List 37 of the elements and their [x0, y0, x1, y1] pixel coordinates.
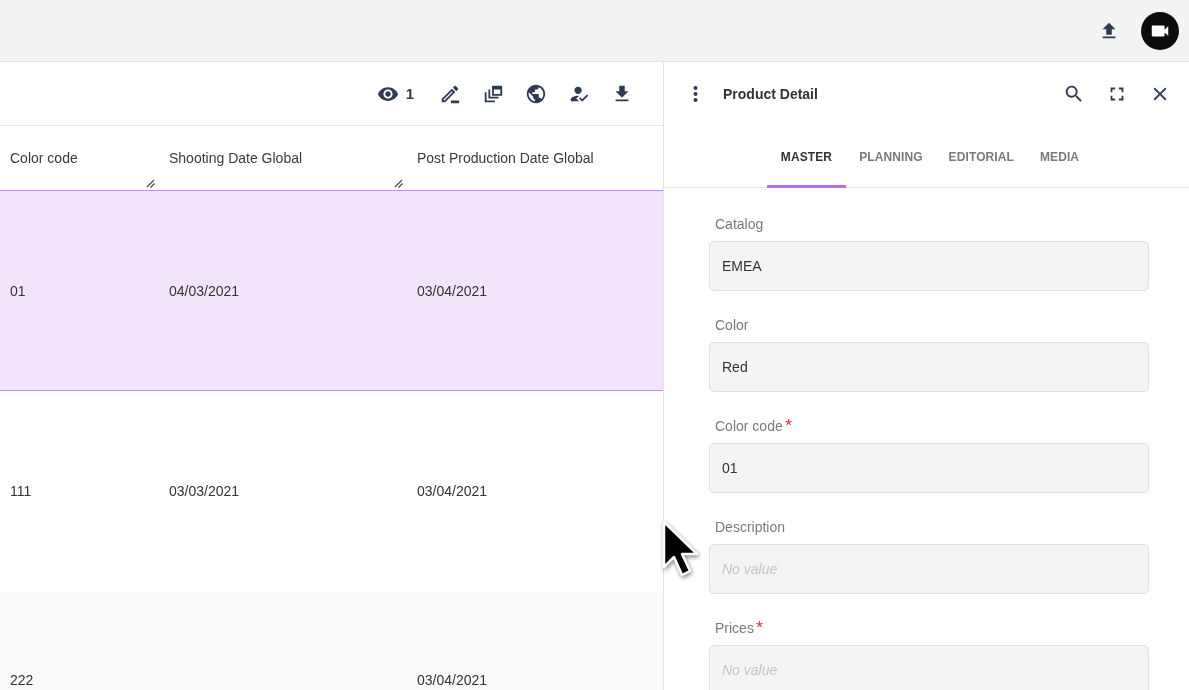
table-cell-text: 03/04/2021 [416, 672, 489, 688]
column-header[interactable]: Post Production Date Global [407, 126, 663, 190]
input-field[interactable]: Red [709, 342, 1149, 392]
tab[interactable]: MEDIA [1026, 126, 1093, 188]
field-label: Prices [715, 619, 754, 637]
column-header[interactable]: Shooting Date Global [159, 126, 407, 190]
input-field[interactable]: EMEA [709, 241, 1149, 291]
video-camera-button[interactable] [1141, 11, 1179, 50]
more-button[interactable] [693, 85, 698, 103]
table-row[interactable]: 222 03/04/2021 [0, 592, 663, 690]
resize-handle-icon[interactable] [146, 179, 155, 188]
table-cell-text: 03/04/2021 [416, 282, 489, 299]
table-cell-text: 222 [9, 672, 35, 688]
field-label: Color code [715, 417, 783, 435]
table-cell-text: 01 [9, 282, 27, 299]
panel-title: Product Detail [723, 86, 819, 102]
tab[interactable]: EDITORIAL [935, 126, 1027, 188]
input-field[interactable]: 01 [709, 443, 1149, 493]
resize-handle-icon[interactable] [394, 179, 403, 188]
table-row[interactable]: 111 03/03/2021 03/04/2021 [0, 391, 663, 592]
visible-columns-button[interactable]: 1 [376, 82, 414, 105]
search-button[interactable] [1063, 83, 1085, 105]
globe-button[interactable] [525, 82, 547, 105]
field-label: Color [715, 316, 749, 334]
search-icon [1063, 83, 1085, 105]
globe-icon [525, 82, 547, 105]
table-cell-text: 03/03/2021 [168, 483, 241, 499]
table-cell-text: 03/04/2021 [416, 483, 489, 499]
tab[interactable]: PLANNING [846, 126, 936, 188]
table-cell-text: 04/03/2021 [168, 282, 241, 299]
column-header[interactable]: Color code [0, 126, 159, 190]
field-label: Description [715, 518, 786, 536]
tab[interactable]: MASTER [766, 126, 847, 188]
table-row[interactable]: 01 04/03/2021 03/04/2021 [0, 190, 663, 391]
field-label: Catalog [715, 215, 764, 233]
more-vert-icon [693, 85, 698, 103]
table-cell-text: 111 [9, 483, 33, 499]
